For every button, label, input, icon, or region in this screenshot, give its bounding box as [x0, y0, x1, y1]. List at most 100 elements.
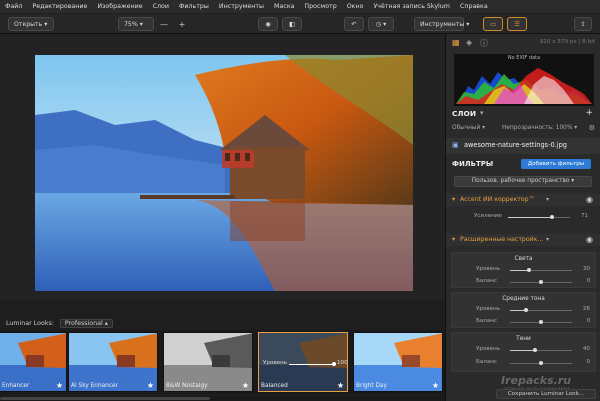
star-icon[interactable]: ★ [337, 381, 344, 390]
accent-slider-knob[interactable] [550, 215, 555, 219]
compare-button[interactable]: ◧ [282, 17, 302, 31]
panel-top-row: ▦ ◈ ⓘ 920 x 579 px | 8-bit [446, 37, 600, 49]
open-label: Открыть [14, 20, 43, 28]
workspace-label: Пользов. рабочее пространство [471, 178, 570, 184]
highlights-level-knob[interactable] [526, 268, 531, 272]
menu-item[interactable]: Маска [269, 3, 299, 10]
chevron-down-icon[interactable]: ▾ [546, 236, 549, 243]
tools-select[interactable]: Инструменты ▾ [414, 17, 469, 31]
menu-bar: Файл Редактирование Изображение Слои Фильтры… [0, 0, 600, 14]
layers-icon[interactable]: ◈ [466, 38, 472, 47]
chevron-down-icon[interactable]: ▾ [546, 196, 549, 203]
add-filters-button[interactable]: Добавить фильтры [521, 159, 591, 169]
eye-icon[interactable]: ◉ [586, 195, 593, 204]
history-button[interactable]: ◷ ▾ [368, 17, 394, 31]
histogram-icon[interactable]: ▦ [452, 38, 460, 47]
menu-item[interactable]: Окно [342, 3, 369, 10]
highlights-level-label: Уровень [476, 266, 501, 272]
chevron-down-icon: ▾ [44, 20, 48, 28]
shadows-level-fill [510, 350, 535, 351]
look-label: Enhancer [2, 383, 30, 389]
menu-item[interactable]: Просмотр [299, 3, 341, 10]
open-button[interactable]: Открыть ▾ [8, 17, 54, 31]
chevron-down-icon[interactable]: ▾ [490, 160, 494, 168]
look-thumbnail[interactable]: AI Sky Enhancer ★ [68, 332, 158, 392]
eye-icon[interactable]: ◉ [586, 235, 593, 244]
shadows-level-value: 40 [582, 346, 590, 352]
layers-title: СЛОИ [452, 109, 477, 118]
chevron-down-icon: ▴ [104, 319, 108, 327]
shadows-section: Тени Уровень 40 Баланс 0 [451, 332, 596, 372]
look-thumbnail[interactable]: Enhancer ★ [0, 332, 67, 392]
chevron-down-icon: ▾ [139, 20, 143, 28]
menu-item[interactable]: Фильтры [174, 3, 214, 10]
share-icon: ⇪ [580, 20, 586, 28]
chevron-down-icon: ▾ [452, 196, 456, 203]
opacity-select[interactable]: Непрозрачность: 100% ▾ [502, 125, 577, 131]
midtones-balance-label: Баланс [476, 318, 498, 324]
filters-toggle[interactable]: ☰ [507, 17, 527, 31]
main-photo[interactable] [35, 55, 413, 291]
workspace-select[interactable]: Пользов. рабочее пространство ▾ [454, 176, 592, 187]
shadows-balance-knob[interactable] [539, 361, 543, 365]
save-look-button[interactable]: Сохранить Luminar Look... [496, 389, 596, 399]
looks-category-select[interactable]: Professional ▴ [59, 318, 113, 328]
star-icon[interactable]: ★ [242, 381, 249, 390]
star-icon[interactable]: ★ [56, 381, 63, 390]
menu-item[interactable]: Изображение [92, 3, 147, 10]
accent-filter-header[interactable]: ▾ Accent ИИ корректор™ ▾ ◉ [446, 194, 600, 206]
menu-item[interactable]: Слои [148, 3, 174, 10]
look-thumbnail[interactable]: Bright Day ★ [353, 332, 443, 392]
highlights-balance-label: Баланс [476, 278, 498, 284]
menu-item[interactable]: Файл [0, 3, 27, 10]
looks-scrollbar[interactable] [0, 396, 445, 401]
layer-blend-row: Обычный ▾ Непрозрачность: 100% ▾ ⚙ [446, 124, 600, 134]
zoom-in-button[interactable]: + [176, 17, 188, 31]
histogram-graph [456, 68, 592, 104]
menu-item[interactable]: Учётная запись Skylum [368, 3, 454, 10]
layer-item[interactable]: ▣ awesome-nature-settings-0.jpg [446, 138, 600, 154]
zoom-select[interactable]: 75% ▾ [118, 17, 154, 31]
preview-eye-button[interactable]: ◉ [258, 17, 278, 31]
star-icon[interactable]: ★ [147, 381, 154, 390]
info-icon[interactable]: ⓘ [480, 38, 488, 49]
look-amount-value: 100 [337, 360, 348, 366]
menu-item[interactable]: Справка [455, 3, 493, 10]
undo-icon: ↶ [351, 20, 357, 28]
chevron-down-icon: ▾ [482, 125, 486, 131]
blend-mode-select[interactable]: Обычный ▾ [452, 125, 485, 131]
filmstrip-toggle[interactable]: ▭ [483, 17, 503, 31]
chevron-down-icon: ▾ [466, 20, 470, 28]
share-button[interactable]: ⇪ [574, 17, 592, 31]
tools-label: Инструменты [420, 20, 465, 28]
watermark-site: Irepacks.ru [501, 374, 572, 387]
filmstrip-icon: ▭ [490, 20, 496, 28]
undo-button[interactable]: ↶ [344, 17, 364, 31]
settings-icon[interactable]: ⚙ [589, 124, 595, 132]
advanced-filter-header[interactable]: ▾ Расширенные настройк... ▾ ◉ [446, 234, 600, 246]
toolbar: Открыть ▾ 75% ▾ — + ◉ ◧ ↶ ◷ ▾ Инструмент… [0, 14, 600, 34]
chevron-down-icon[interactable]: ▾ [480, 109, 484, 117]
look-thumbnail[interactable]: B&W Nostalgy ★ [163, 332, 253, 392]
looks-title: Luminar Looks: [6, 319, 54, 327]
highlights-balance-knob[interactable] [539, 280, 543, 284]
accent-slider-fill [508, 217, 553, 218]
chevron-down-icon: ▾ [452, 236, 456, 243]
add-layer-icon[interactable]: + [585, 108, 593, 118]
shadows-level-knob[interactable] [532, 348, 537, 352]
scrollbar-thumb[interactable] [0, 397, 210, 400]
look-thumbnail-selected[interactable]: Уровень 100 Balanced ★ [258, 332, 348, 392]
highlights-level-fill [510, 270, 529, 271]
look-amount-slider[interactable] [289, 364, 335, 365]
right-panel: ▦ ◈ ⓘ 920 x 579 px | 8-bit No EXIF data … [445, 34, 600, 401]
midtones-balance-knob[interactable] [539, 320, 543, 324]
zoom-out-button[interactable]: — [158, 17, 170, 31]
midtones-level-knob[interactable] [524, 308, 529, 312]
shadows-balance-value: 0 [586, 359, 590, 365]
menu-item[interactable]: Инструменты [214, 3, 269, 10]
star-icon[interactable]: ★ [432, 381, 439, 390]
looks-bar: Luminar Looks: Professional ▴ [0, 316, 445, 330]
menu-item[interactable]: Редактирование [27, 3, 92, 10]
highlights-title: Света [514, 256, 533, 262]
look-amount-knob[interactable] [332, 362, 336, 366]
